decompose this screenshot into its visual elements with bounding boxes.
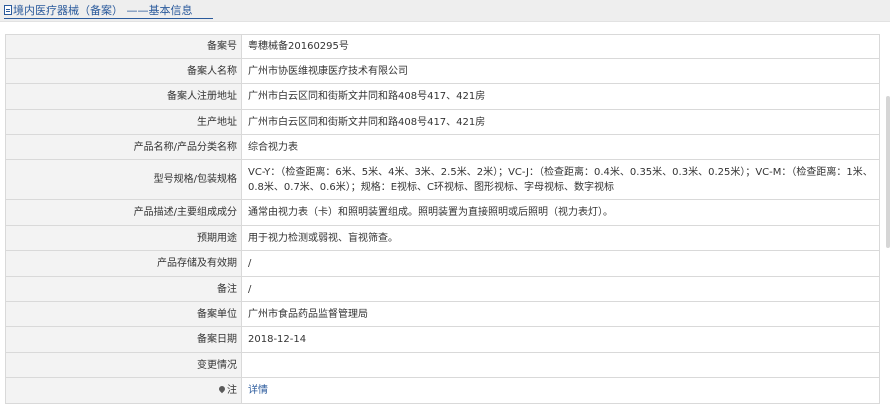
row-value: 详情	[241, 377, 880, 404]
row-label: 预期用途	[5, 225, 242, 251]
table-row: 产品名称/产品分类名称 综合视力表	[5, 134, 880, 160]
row-label: 产品名称/产品分类名称	[5, 134, 242, 160]
row-value: 通常由视力表（卡）和照明装置组成。照明装置为直接照明或后照明（视力表灯）。	[241, 199, 880, 226]
location-pin-icon	[217, 384, 227, 394]
row-label: 变更情况	[5, 352, 242, 378]
row-label: 备案人注册地址	[5, 83, 242, 110]
table-row: 备案日期 2018-12-14	[5, 326, 880, 353]
row-label: 备案单位	[5, 301, 242, 327]
table-row: 备案号 粤穗械备20160295号	[5, 34, 880, 59]
row-value: 广州市白云区同和街斯文井同和路408号417、421房	[241, 109, 880, 135]
row-label-text: 注	[227, 385, 237, 396]
table-row: 注 详情	[5, 377, 880, 404]
table-row: 产品描述/主要组成成分 通常由视力表（卡）和照明装置组成。照明装置为直接照明或后…	[5, 199, 880, 226]
row-value: 2018-12-14	[241, 326, 880, 353]
row-label: 生产地址	[5, 109, 242, 135]
row-value: VC-Y：（检查距离：6米、5米、4米、3米、2.5米、2米）；VC-J：（检查…	[241, 159, 880, 200]
table-row: 生产地址 广州市白云区同和街斯文井同和路408号417、421房	[5, 109, 880, 135]
table-row: 备注 /	[5, 276, 880, 302]
row-value: 广州市白云区同和街斯文井同和路408号417、421房	[241, 83, 880, 110]
row-label: 备案号	[5, 34, 242, 59]
row-label: 产品存储及有效期	[5, 250, 242, 277]
row-value: 综合视力表	[241, 134, 880, 160]
info-table: 备案号 粤穗械备20160295号 备案人名称 广州市协医维视康医疗技术有限公司…	[5, 34, 880, 404]
top-bar: 境内医疗器械（备案） ——基本信息	[0, 0, 890, 22]
row-label: 备注	[5, 276, 242, 302]
breadcrumb-underline	[4, 18, 213, 19]
scrollbar[interactable]	[886, 96, 890, 248]
row-value	[241, 352, 880, 378]
table-row: 型号规格/包装规格 VC-Y：（检查距离：6米、5米、4米、3米、2.5米、2米…	[5, 159, 880, 200]
breadcrumb-text: 境内医疗器械（备案） ——基本信息	[13, 4, 193, 17]
details-link[interactable]: 详情	[248, 385, 268, 396]
table-row: 变更情况	[5, 352, 880, 378]
table-row: 备案人注册地址 广州市白云区同和街斯文井同和路408号417、421房	[5, 83, 880, 110]
row-value: 粤穗械备20160295号	[241, 34, 880, 59]
row-value: 广州市食品药品监督管理局	[241, 301, 880, 327]
document-icon	[4, 5, 12, 15]
table-row: 备案单位 广州市食品药品监督管理局	[5, 301, 880, 327]
row-value: 广州市协医维视康医疗技术有限公司	[241, 58, 880, 84]
row-value: /	[241, 276, 880, 302]
table-row: 备案人名称 广州市协医维视康医疗技术有限公司	[5, 58, 880, 84]
table-row: 预期用途 用于视力检测或弱视、盲视筛查。	[5, 225, 880, 251]
breadcrumb[interactable]: 境内医疗器械（备案） ——基本信息	[4, 2, 193, 19]
row-label: 型号规格/包装规格	[5, 159, 242, 200]
row-label: 注	[5, 377, 242, 404]
row-value: 用于视力检测或弱视、盲视筛查。	[241, 225, 880, 251]
row-label: 产品描述/主要组成成分	[5, 199, 242, 226]
table-row: 产品存储及有效期 /	[5, 250, 880, 277]
row-value: /	[241, 250, 880, 277]
row-label: 备案人名称	[5, 58, 242, 84]
row-label: 备案日期	[5, 326, 242, 353]
